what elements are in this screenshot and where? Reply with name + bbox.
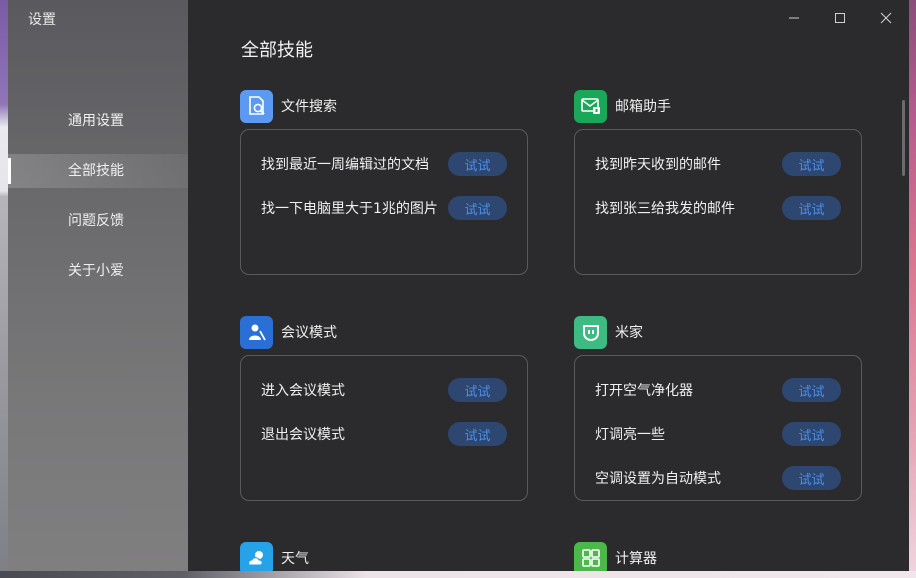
try-button[interactable]: 试试 — [448, 152, 507, 176]
weather-icon — [240, 541, 273, 571]
desktop-background-left — [0, 0, 8, 578]
skill-section-weather: 天气 — [240, 541, 530, 571]
maximize-icon — [835, 13, 845, 23]
try-button[interactable]: 试试 — [782, 152, 841, 176]
section-header: 会议模式 — [240, 315, 530, 349]
skill-example-label: 找到最近一周编辑过的文档 — [261, 157, 429, 173]
file-search-icon — [240, 89, 273, 123]
skill-row: 找到昨天收到的邮件 试试 — [575, 142, 861, 186]
try-button[interactable]: 试试 — [782, 196, 841, 220]
section-header: 邮箱助手 — [574, 89, 864, 123]
minimize-button[interactable] — [771, 0, 817, 36]
section-header: 米家 — [574, 315, 864, 349]
window-title: 设置 — [28, 12, 56, 28]
close-icon — [880, 12, 892, 24]
skill-card: 打开空气净化器 试试 灯调亮一些 试试 空调设置为自动模式 试试 — [574, 355, 862, 501]
skill-example-label: 找到张三给我发的邮件 — [595, 201, 735, 217]
skill-card: 进入会议模式 试试 退出会议模式 试试 — [240, 355, 528, 501]
skill-card: 找到昨天收到的邮件 试试 找到张三给我发的邮件 试试 — [574, 129, 862, 275]
meeting-icon — [240, 315, 273, 349]
close-button[interactable] — [863, 0, 909, 36]
sidebar-item-all-skills[interactable]: 全部技能 — [8, 154, 188, 188]
section-header: 文件搜索 — [240, 89, 530, 123]
try-button[interactable]: 试试 — [782, 466, 841, 490]
section-title: 天气 — [281, 551, 309, 567]
try-button[interactable]: 试试 — [782, 378, 841, 402]
sidebar-item-general-settings[interactable]: 通用设置 — [8, 104, 188, 138]
try-button[interactable]: 试试 — [448, 378, 507, 402]
section-title: 米家 — [615, 325, 643, 341]
window-controls — [771, 0, 909, 36]
mail-icon — [574, 89, 607, 123]
skill-row: 灯调亮一些 试试 — [575, 412, 861, 456]
section-title: 文件搜索 — [281, 99, 337, 115]
skill-example-label: 灯调亮一些 — [595, 427, 665, 443]
sidebar-nav: 通用设置 全部技能 问题反馈 关于小爱 — [8, 104, 188, 304]
calculator-icon — [574, 541, 607, 571]
section-title: 计算器 — [615, 551, 657, 567]
skill-section-calculator: 计算器 — [574, 541, 864, 571]
maximize-button[interactable] — [817, 0, 863, 36]
skill-row: 找到张三给我发的邮件 试试 — [575, 186, 861, 230]
desktop-background-right — [909, 0, 916, 578]
skill-example-label: 找一下电脑里大于1兆的图片 — [261, 201, 438, 217]
sidebar: 设置 通用设置 全部技能 问题反馈 关于小爱 — [8, 0, 188, 571]
page-title: 全部技能 — [241, 40, 313, 61]
section-title: 会议模式 — [281, 325, 337, 341]
sidebar-item-feedback[interactable]: 问题反馈 — [8, 204, 188, 238]
skill-example-label: 退出会议模式 — [261, 427, 345, 443]
settings-window: 设置 通用设置 全部技能 问题反馈 关于小爱 全部技能 文件搜索 找到最近一周编… — [8, 0, 909, 571]
skill-example-label: 空调设置为自动模式 — [595, 471, 721, 487]
skill-row: 空调设置为自动模式 试试 — [575, 456, 861, 500]
section-header: 天气 — [240, 541, 530, 571]
try-button[interactable]: 试试 — [448, 196, 507, 220]
scrollbar[interactable] — [902, 100, 905, 176]
skill-section-mijia: 米家 打开空气净化器 试试 灯调亮一些 试试 空调设置为自动模式 试试 — [574, 315, 864, 501]
skill-section-mail-assistant: 邮箱助手 找到昨天收到的邮件 试试 找到张三给我发的邮件 试试 — [574, 89, 864, 275]
skill-example-label: 打开空气净化器 — [595, 383, 693, 399]
section-title: 邮箱助手 — [615, 99, 671, 115]
desktop-background-bottom — [0, 571, 916, 578]
try-button[interactable]: 试试 — [782, 422, 841, 446]
skill-row: 找到最近一周编辑过的文档 试试 — [241, 142, 527, 186]
try-button[interactable]: 试试 — [448, 422, 507, 446]
skill-example-label: 找到昨天收到的邮件 — [595, 157, 721, 173]
skill-section-meeting-mode: 会议模式 进入会议模式 试试 退出会议模式 试试 — [240, 315, 530, 501]
skill-row: 进入会议模式 试试 — [241, 368, 527, 412]
skill-card: 找到最近一周编辑过的文档 试试 找一下电脑里大于1兆的图片 试试 — [240, 129, 528, 275]
skill-row: 退出会议模式 试试 — [241, 412, 527, 456]
skill-example-label: 进入会议模式 — [261, 383, 345, 399]
mijia-icon — [574, 315, 607, 349]
minimize-icon — [789, 17, 799, 19]
sidebar-item-about[interactable]: 关于小爱 — [8, 254, 188, 288]
section-header: 计算器 — [574, 541, 864, 571]
skill-section-file-search: 文件搜索 找到最近一周编辑过的文档 试试 找一下电脑里大于1兆的图片 试试 — [240, 89, 530, 275]
skill-row: 打开空气净化器 试试 — [575, 368, 861, 412]
skill-row: 找一下电脑里大于1兆的图片 试试 — [241, 186, 527, 230]
